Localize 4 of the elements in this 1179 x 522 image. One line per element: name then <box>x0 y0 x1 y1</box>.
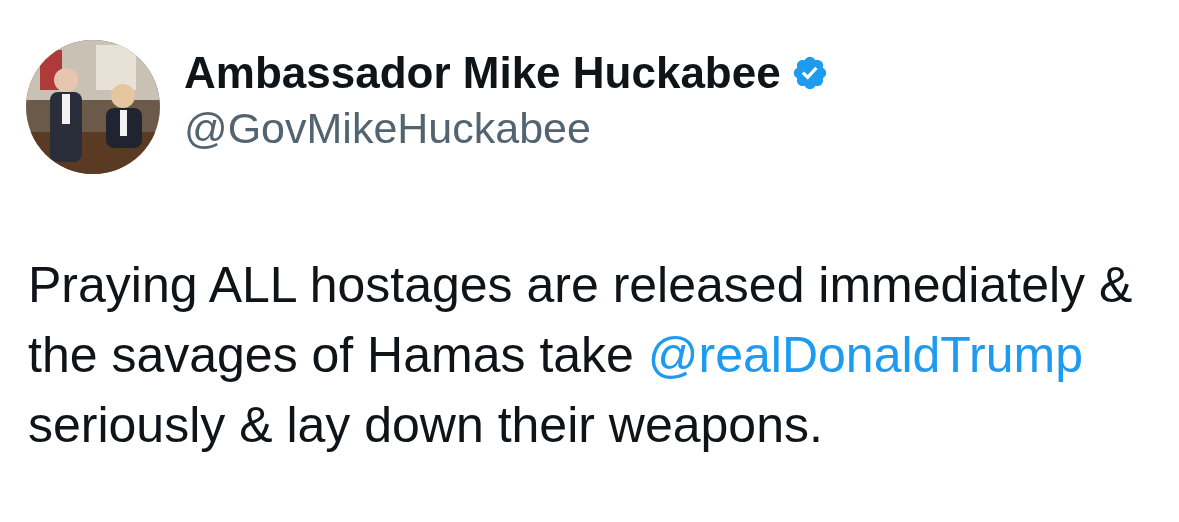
author-name: Ambassador Mike Huckabee <box>184 47 781 99</box>
mention-link[interactable]: @realDonaldTrump <box>647 327 1083 383</box>
tweet-text: Praying ALL hostages are released immediately & the savages of Hamas take @realDonaldTrump seriously & lay down their weapons. <box>28 256 1134 455</box>
author-handle: @GovMikeHuckabee <box>184 103 592 154</box>
